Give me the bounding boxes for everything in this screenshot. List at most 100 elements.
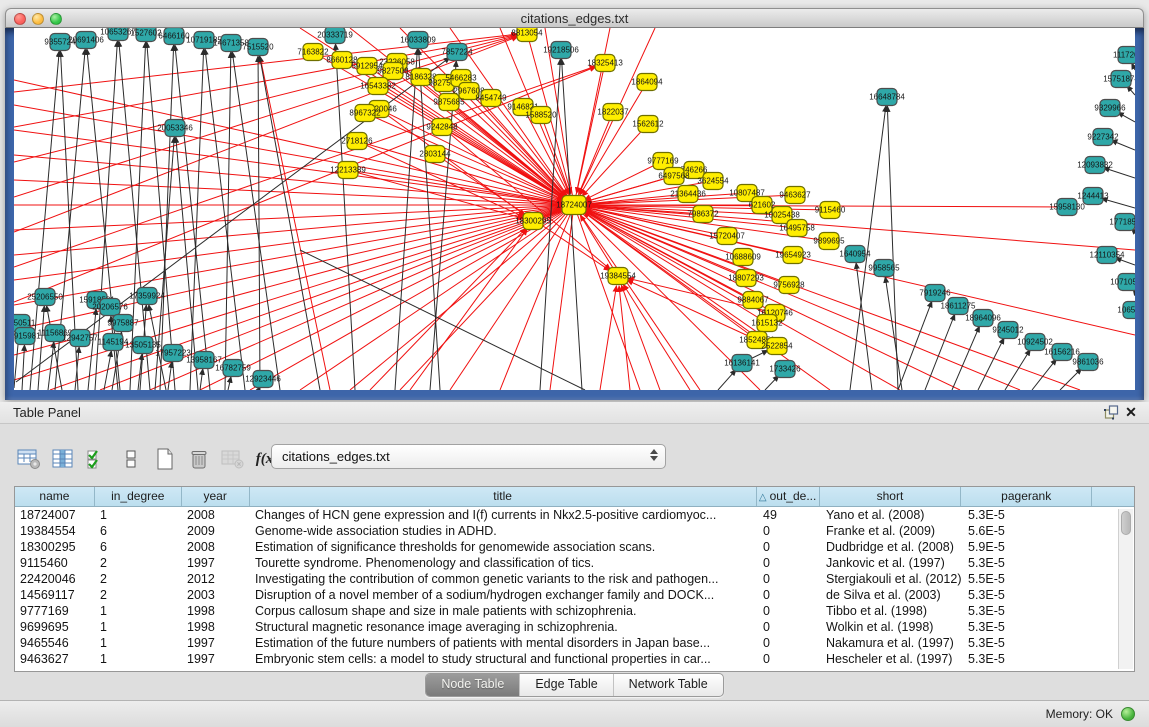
scrollbar-thumb[interactable]	[1121, 511, 1131, 535]
table-cell: 0	[758, 523, 821, 539]
graph-node-label: 16033809	[400, 36, 436, 45]
tab-node-table[interactable]: Node Table	[426, 674, 520, 696]
graph-node-label: 20333719	[317, 31, 353, 40]
table-cell: Corpus callosum shape and size in male p…	[250, 603, 758, 619]
table-cell: 5.6E-5	[963, 523, 1094, 539]
graph-node-label: 12942757	[62, 334, 98, 343]
table-cell: Franke et al. (2009)	[821, 523, 963, 539]
graph-node-label: 9245012	[992, 326, 1024, 335]
table-cell: 0	[758, 555, 821, 571]
table-row[interactable]: 2242004622012Investigating the contribut…	[15, 571, 1134, 587]
network-view-window: citations_edges.txt 93557242069140610653…	[5, 8, 1144, 400]
column-header-short[interactable]: short	[820, 487, 962, 506]
column-header-pagerank[interactable]: pagerank	[961, 487, 1092, 506]
float-panel-icon[interactable]	[1101, 404, 1121, 422]
table-cell: Investigating the contribution of common…	[250, 571, 758, 587]
graph-node-label: 1244413	[1077, 192, 1109, 201]
graph-node-label: 1065335	[1117, 306, 1135, 315]
table-cell: 1	[95, 651, 182, 667]
table-cell: Yano et al. (2008)	[821, 507, 963, 523]
table-row[interactable]: 946554611997Estimation of the future num…	[15, 635, 1134, 651]
table-row[interactable]: 1456911722003Disruption of a novel membe…	[15, 587, 1134, 603]
vertical-scrollbar[interactable]	[1118, 509, 1133, 669]
table-panel-title: Table Panel	[0, 405, 81, 420]
column-header-out_de[interactable]: △out_de...	[757, 487, 820, 506]
table-cell: 9115460	[15, 555, 95, 571]
graph-node-label: 1864094	[631, 78, 663, 87]
table-cell: 14569117	[15, 587, 95, 603]
table-cell: 0	[758, 619, 821, 635]
graph-node-label: 16782759	[215, 364, 251, 373]
table-cell: 49	[758, 507, 821, 523]
table-cell: 0	[758, 571, 821, 587]
table-cell: 6	[95, 523, 182, 539]
graph-node-label: 1615132	[751, 319, 783, 328]
tab-edge-table[interactable]: Edge Table	[520, 674, 613, 696]
graph-node-label: 2718126	[341, 137, 373, 146]
table-selector-dropdown[interactable]: citations_edges.txt	[271, 444, 666, 469]
table-row[interactable]: 977716911998Corpus callosum shape and si…	[15, 603, 1134, 619]
table-cell: Dudbridge et al. (2008)	[821, 539, 963, 555]
table-cell: 19384554	[15, 523, 95, 539]
table-options-button[interactable]	[14, 445, 44, 473]
table-cell: 9465546	[15, 635, 95, 651]
table-panel-header: Table Panel ✕	[0, 402, 1149, 424]
network-window-titlebar[interactable]: citations_edges.txt	[5, 8, 1144, 28]
graph-node-label: 25206550	[27, 293, 63, 302]
graph-node-label: 8454749	[475, 94, 507, 103]
table-cell: 2008	[182, 507, 250, 523]
table-cell: Tibbo et al. (1998)	[821, 603, 963, 619]
delete-column-button[interactable]	[184, 445, 214, 473]
citation-network-graph[interactable]: 9355724206914061065326715276026466160107…	[14, 28, 1135, 390]
table-row[interactable]: 911546021997Tourette syndrome. Phenomeno…	[15, 555, 1134, 571]
table-cell: Embryonic stem cells: a model to study s…	[250, 651, 758, 667]
graph-node-label: 621602	[749, 201, 776, 210]
table-cell: 18724007	[15, 507, 95, 523]
graph-node-label: 9227342	[1087, 133, 1119, 142]
table-cell: 9777169	[15, 603, 95, 619]
graph-node-label: 16648784	[869, 93, 905, 102]
new-column-button[interactable]	[150, 445, 180, 473]
graph-node-label: 16136141	[724, 359, 760, 368]
table-cell: 2	[95, 587, 182, 603]
table-row[interactable]: 1872400712008Changes of HCN gene express…	[15, 507, 1134, 523]
header-filler	[1092, 487, 1134, 506]
column-header-year[interactable]: year	[182, 487, 250, 506]
column-header-name[interactable]: name	[15, 487, 95, 506]
table-cell: 5.3E-5	[963, 555, 1094, 571]
table-row[interactable]: 1938455462009Genome-wide association stu…	[15, 523, 1134, 539]
column-header-title[interactable]: title	[250, 487, 757, 506]
graph-node-label: 7919246	[919, 289, 951, 298]
column-visibility-button[interactable]	[48, 445, 78, 473]
graph-node-label: 7163822	[297, 48, 329, 57]
close-panel-icon[interactable]: ✕	[1121, 404, 1141, 422]
graph-node-label: 12213389	[330, 166, 366, 175]
graph-node-label: 1771854	[1109, 218, 1135, 227]
table-row[interactable]: 946362711997Embryonic stem cells: a mode…	[15, 651, 1134, 667]
graph-node-label: 20206576	[92, 303, 128, 312]
table-body: 1872400712008Changes of HCN gene express…	[15, 507, 1134, 667]
graph-node-label: 2522854	[761, 342, 793, 351]
graph-node-label: 12923446	[245, 375, 281, 384]
graph-node-label: 9756928	[773, 281, 805, 290]
tab-network-table[interactable]: Network Table	[614, 674, 723, 696]
table-row[interactable]: 1830029562008Estimation of significance …	[15, 539, 1134, 555]
graph-node-label: 7986372	[687, 210, 719, 219]
node-table: namein_degreeyeartitle△out_de...shortpag…	[14, 486, 1135, 672]
network-canvas[interactable]: 9355724206914061065326715276026466160107…	[14, 28, 1135, 390]
table-cell: 1	[95, 619, 182, 635]
table-cell: 5.9E-5	[963, 539, 1094, 555]
table-cell: 1997	[182, 555, 250, 571]
table-cell: Disruption of a novel member of a sodium…	[250, 587, 758, 603]
table-cell: Tourette syndrome. Phenomenology and cla…	[250, 555, 758, 571]
graph-node-label: 1145194	[98, 338, 129, 347]
table-row[interactable]: 969969511998Structural magnetic resonanc…	[15, 619, 1134, 635]
table-cell: 1	[95, 603, 182, 619]
row-selection-mode-button[interactable]	[82, 445, 112, 473]
table-cell: 0	[758, 539, 821, 555]
rows-stack-button[interactable]	[116, 445, 146, 473]
graph-node-label: 16156216	[1044, 348, 1080, 357]
column-header-in_degree[interactable]: in_degree	[95, 487, 182, 506]
table-tabbar: Node TableEdge TableNetwork Table	[0, 673, 1149, 697]
table-cell: 18300295	[15, 539, 95, 555]
